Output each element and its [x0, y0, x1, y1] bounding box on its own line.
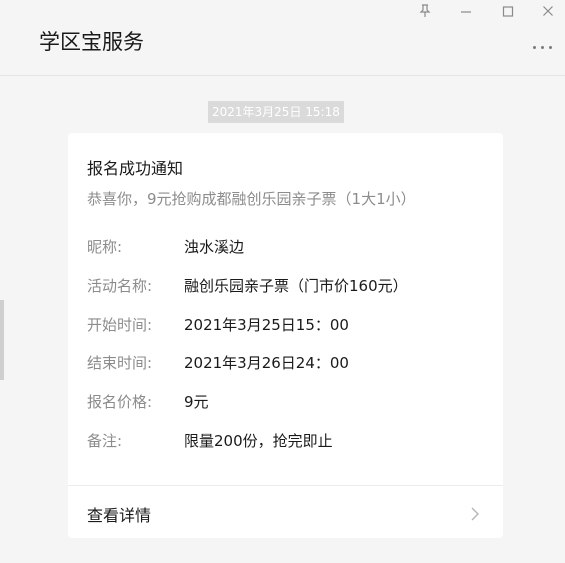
message-timestamp: 2021年3月25日 15:18 — [208, 101, 344, 123]
field-row-price: 报名价格: 9元 — [87, 391, 487, 415]
field-row-nickname: 昵称: 浊水溪边 — [87, 236, 487, 260]
more-options-icon[interactable] — [531, 40, 555, 54]
card-subtitle: 恭喜你，9元抢购成都融创乐园亲子票（1大1小） — [87, 190, 416, 208]
card-title: 报名成功通知 — [87, 159, 184, 178]
field-row-end-time: 结束时间: 2021年3月26日24：00 — [87, 352, 487, 376]
maximize-icon[interactable] — [497, 4, 519, 22]
notification-card: 报名成功通知 恭喜你，9元抢购成都融创乐园亲子票（1大1小） 昵称: 浊水溪边 … — [68, 133, 503, 538]
field-value: 融创乐园亲子票（门市价160元） — [184, 277, 408, 295]
view-details-link[interactable]: 查看详情 — [68, 486, 503, 538]
field-value: 9元 — [184, 393, 209, 411]
close-icon[interactable] — [537, 4, 559, 22]
field-label: 备注: — [87, 432, 123, 450]
field-label: 活动名称: — [87, 277, 153, 295]
scrollbar[interactable] — [0, 300, 4, 380]
field-label: 开始时间: — [87, 316, 153, 334]
field-value: 2021年3月26日24：00 — [184, 354, 349, 372]
chevron-right-icon — [469, 506, 481, 521]
title-bar: 学区宝服务 — [0, 0, 565, 76]
minimize-icon[interactable] — [455, 4, 477, 22]
field-value: 限量200份，抢完即止 — [184, 432, 333, 450]
field-label: 结束时间: — [87, 354, 153, 372]
field-label: 报名价格: — [87, 393, 153, 411]
window-title: 学区宝服务 — [39, 30, 144, 54]
field-value: 浊水溪边 — [184, 238, 245, 256]
view-details-label: 查看详情 — [87, 506, 152, 525]
field-row-activity-name: 活动名称: 融创乐园亲子票（门市价160元） — [87, 275, 487, 299]
pin-icon[interactable] — [414, 4, 436, 22]
field-row-start-time: 开始时间: 2021年3月25日15：00 — [87, 314, 487, 338]
field-row-remark: 备注: 限量200份，抢完即止 — [87, 430, 487, 454]
field-value: 2021年3月25日15：00 — [184, 316, 349, 334]
field-label: 昵称: — [87, 238, 123, 256]
